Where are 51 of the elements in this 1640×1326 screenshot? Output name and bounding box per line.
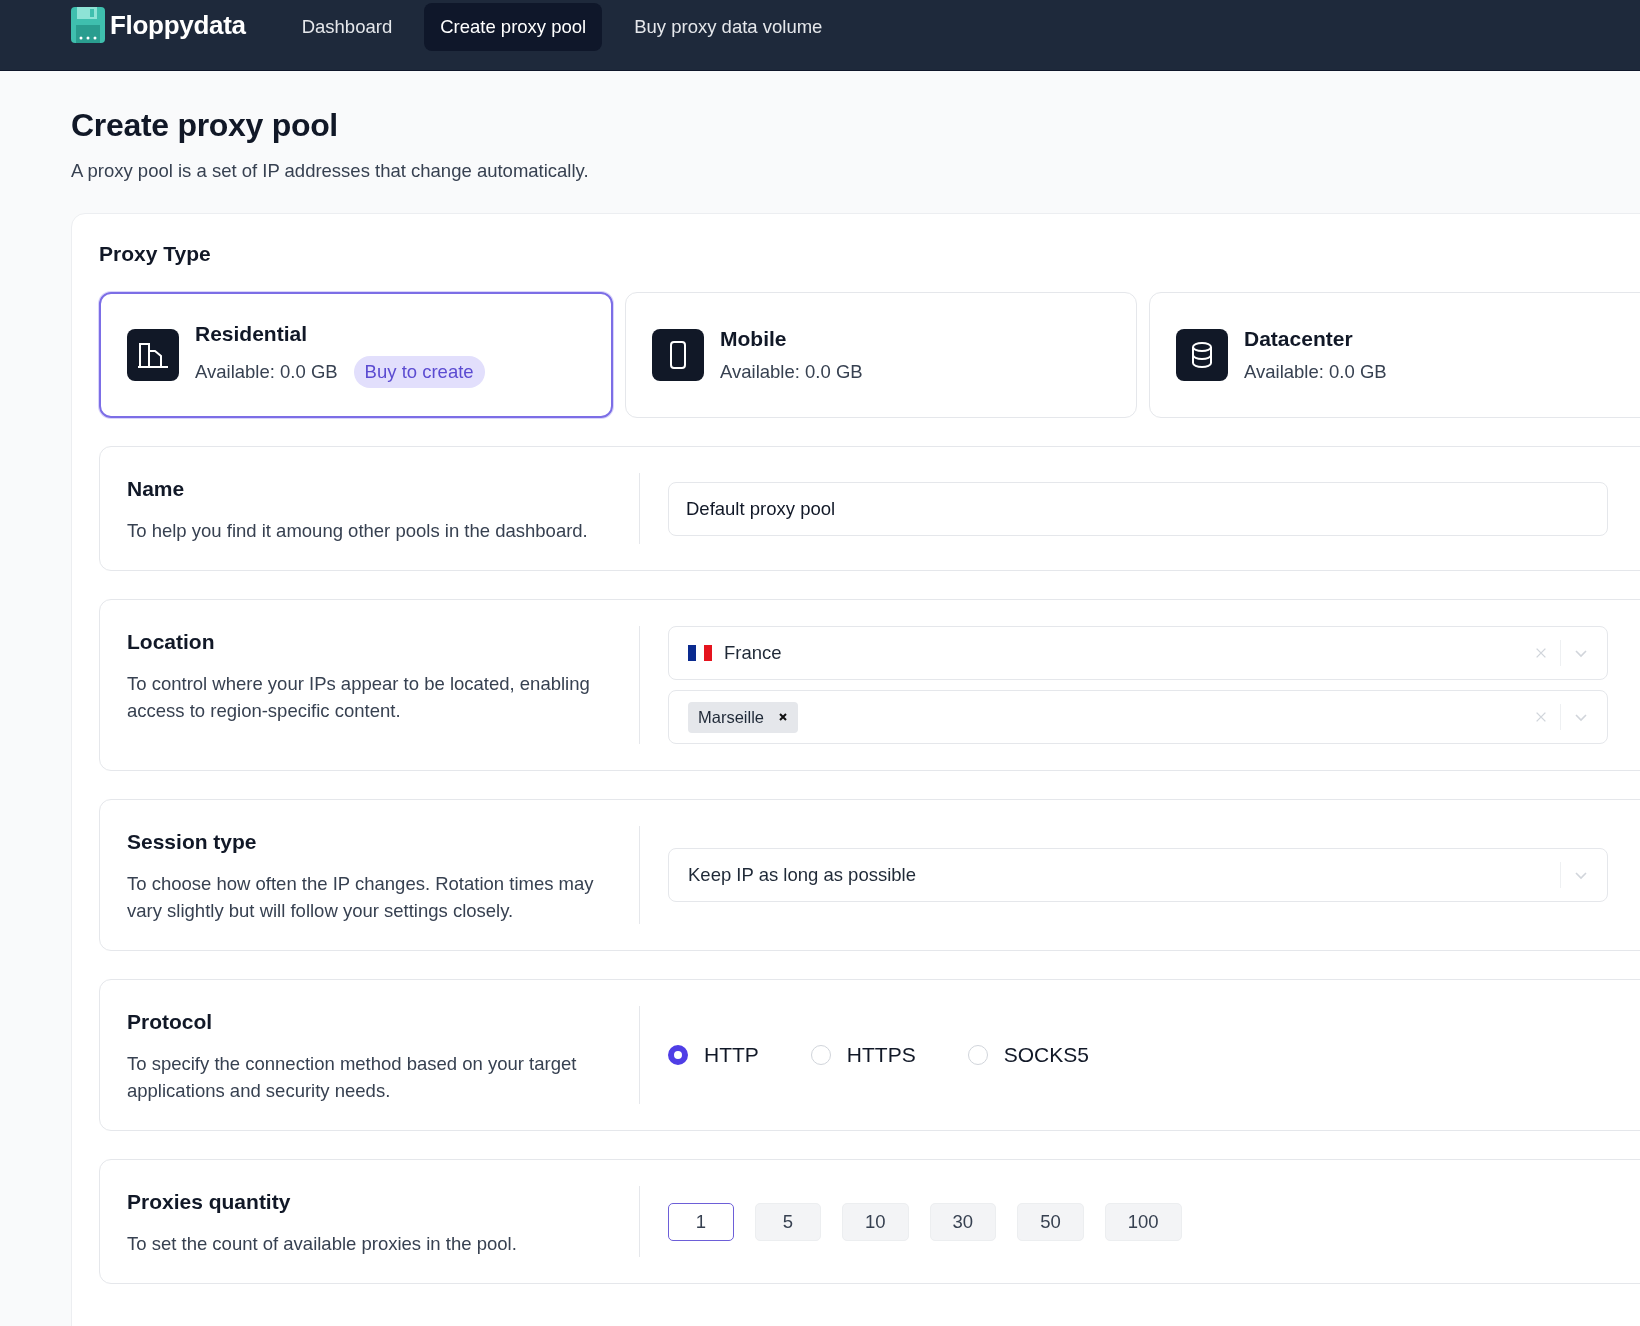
field-description: To control where your IPs appear to be located, enabling access to region-specific content.	[127, 672, 591, 723]
proxy-type-name: Datacenter	[1244, 327, 1354, 351]
field-label: Proxies quantity	[127, 1190, 292, 1214]
clear-icon[interactable]	[1534, 710, 1548, 724]
radio-label[interactable]: HTTP	[704, 1043, 759, 1067]
buy-to-create-badge[interactable]: Buy to create	[353, 356, 485, 388]
available-volume: Available: 0.0 GB	[195, 361, 338, 383]
country-value: France	[724, 642, 782, 664]
france-flag-icon	[688, 645, 712, 661]
proxy-type-name: Residential	[195, 322, 309, 346]
nav-link[interactable]: Buy proxy data volume	[618, 3, 839, 51]
nav-link[interactable]: Dashboard	[285, 3, 409, 51]
available-volume: Available: 0.0 GB	[720, 361, 863, 383]
radio-label[interactable]: SOCKS5	[1003, 1043, 1089, 1067]
country-select[interactable]: France	[668, 626, 1608, 680]
quantity-option[interactable]: 10	[842, 1202, 909, 1241]
proxy-type-name: Mobile	[720, 327, 788, 351]
field-description: To choose how often the IP changes. Rotation times may vary slightly but will follow your settings closely.	[127, 872, 595, 923]
radio-label[interactable]: HTTPS	[846, 1043, 916, 1067]
quantity-option[interactable]: 1	[668, 1202, 734, 1241]
brand-name[interactable]: Floppydata	[110, 9, 246, 41]
session-type-select[interactable]: Keep IP as long as possible	[668, 848, 1608, 902]
nav-link[interactable]: Create proxy pool	[424, 3, 603, 51]
available-volume: Available: 0.0 GB	[1244, 361, 1387, 383]
quantity-option[interactable]: 100	[1104, 1202, 1182, 1241]
field-description: To help you find it amoung other pools in the dashboard.	[127, 519, 589, 543]
proxy-type-card[interactable]: Mobile Available: 0.0 GB	[625, 292, 1137, 418]
page-subtitle: A proxy pool is a set of IP addresses that change automatically.	[71, 160, 590, 182]
field-label: Protocol	[127, 1010, 214, 1034]
section-heading: Proxy Type	[99, 242, 212, 266]
quantity-option[interactable]: 5	[755, 1202, 821, 1241]
proxy-type-card[interactable]: Datacenter Available: 0.0 GB	[1149, 292, 1640, 418]
buildings-icon	[127, 329, 179, 381]
field-label: Location	[127, 630, 216, 654]
phone-icon	[652, 329, 704, 381]
field-label: Session type	[127, 830, 258, 854]
city-select[interactable]: Marseille	[668, 690, 1608, 744]
database-icon	[1176, 329, 1228, 381]
proxy-type-card[interactable]: Residential Available: 0.0 GB Buy to create	[99, 292, 613, 418]
page-title: Create proxy pool	[71, 107, 339, 144]
remove-icon[interactable]	[778, 712, 789, 722]
city-tag-label: Marseille	[698, 707, 765, 727]
field-label: Name	[127, 477, 186, 501]
field-description: To set the count of available proxies in the pool.	[127, 1232, 518, 1256]
quantity-option[interactable]: 50	[1017, 1202, 1084, 1241]
field-description: To specify the connection method based on your target applications and security needs.	[127, 1052, 578, 1103]
session-type-value: Keep IP as long as possible	[688, 864, 916, 886]
radio-button[interactable]	[668, 1045, 688, 1065]
quantity-option[interactable]: 30	[929, 1202, 997, 1241]
name-input-field[interactable]: Default proxy pool	[668, 481, 1608, 536]
clear-icon[interactable]	[1534, 646, 1548, 660]
